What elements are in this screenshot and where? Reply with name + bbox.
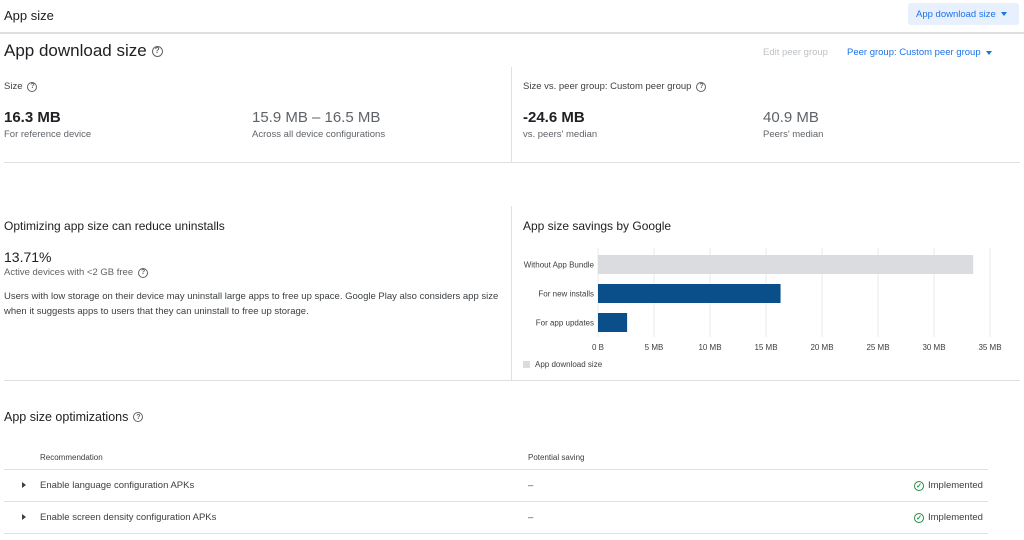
x-tick-label: 10 MB [698,343,721,351]
optimizations-title: App size optimizations ? [4,410,144,424]
divider [4,380,1020,381]
expand-icon[interactable] [22,514,26,520]
status-badge: ✓ Implemented [914,480,983,491]
row-saving: – [528,480,534,491]
bar[interactable] [598,255,974,274]
divider [4,533,988,534]
legend-label: App download size [535,360,603,369]
divider [4,162,1020,163]
reference-size-value: 16.3 MB [4,109,61,126]
top-bar: App size App download size [0,0,1024,34]
low-storage-percent: 13.71% [4,249,52,265]
legend-swatch [523,361,530,368]
size-range-caption: Across all device configurations [252,129,386,140]
low-storage-caption: Active devices with <2 GB free ? [4,267,149,278]
peer-group-dropdown[interactable]: Peer group: Custom peer group [847,47,992,58]
optimizing-description: Users with low storage on their device m… [4,291,499,317]
metric-dropdown-label: App download size [916,8,996,20]
help-icon[interactable]: ? [133,412,144,422]
optimizing-title: Optimizing app size can reduce uninstall… [4,219,225,233]
help-icon[interactable]: ? [696,81,707,92]
size-label: Size ? [4,81,38,92]
check-circle-icon: ✓ [914,512,924,523]
x-tick-label: 5 MB [645,343,664,351]
peer-diff-value: -24.6 MB [523,109,585,126]
divider [4,501,988,502]
reference-size-caption: For reference device [4,129,92,140]
category-label: For new installs [538,290,594,299]
savings-title: App size savings by Google [523,219,672,233]
peer-median-value: 40.9 MB [763,109,819,126]
bar[interactable] [598,313,628,332]
row-recommendation: Enable screen density configuration APKs [40,512,217,523]
expand-icon[interactable] [22,482,26,488]
row-recommendation: Enable language configuration APKs [40,480,195,491]
caret-down-icon [1000,12,1007,16]
x-tick-label: 20 MB [810,343,833,351]
peer-size-label: Size vs. peer group: Custom peer group ? [523,81,707,92]
metric-dropdown[interactable]: App download size [908,3,1019,25]
page-title: App size [4,8,54,23]
peer-group-label: Peer group: Custom peer group [847,47,981,58]
size-range-value: 15.9 MB – 16.5 MB [252,109,381,126]
x-tick-label: 0 B [592,343,604,351]
divider [511,206,512,380]
savings-chart: 0 B 5 MB 10 MB 15 MB 20 MB 25 MB 30 MB 35 MB Wit… [524,248,1002,351]
caret-down-icon [985,50,992,55]
help-icon[interactable]: ? [27,81,38,92]
x-tick-label: 25 MB [866,343,889,351]
category-label: For app updates [536,319,594,328]
x-tick-label: 15 MB [754,343,777,351]
divider [4,469,988,470]
column-header-potential-saving: Potential saving [528,453,585,462]
status-badge: ✓ Implemented [914,512,983,523]
download-size-title: App download size ? [4,41,163,61]
row-saving: – [528,512,534,523]
column-header-recommendation: Recommendation [40,453,103,462]
bar[interactable] [598,284,781,303]
help-icon[interactable]: ? [138,267,149,278]
check-circle-icon: ✓ [914,480,924,491]
peer-median-caption: Peers' median [763,129,824,140]
edit-peer-group-button[interactable]: Edit peer group [763,47,828,58]
help-icon[interactable]: ? [151,45,163,57]
x-tick-label: 30 MB [922,343,945,351]
divider [511,67,512,163]
x-tick-label: 35 MB [978,343,1001,351]
category-label: Without App Bundle [524,261,595,270]
peer-diff-caption: vs. peers' median [523,129,598,140]
